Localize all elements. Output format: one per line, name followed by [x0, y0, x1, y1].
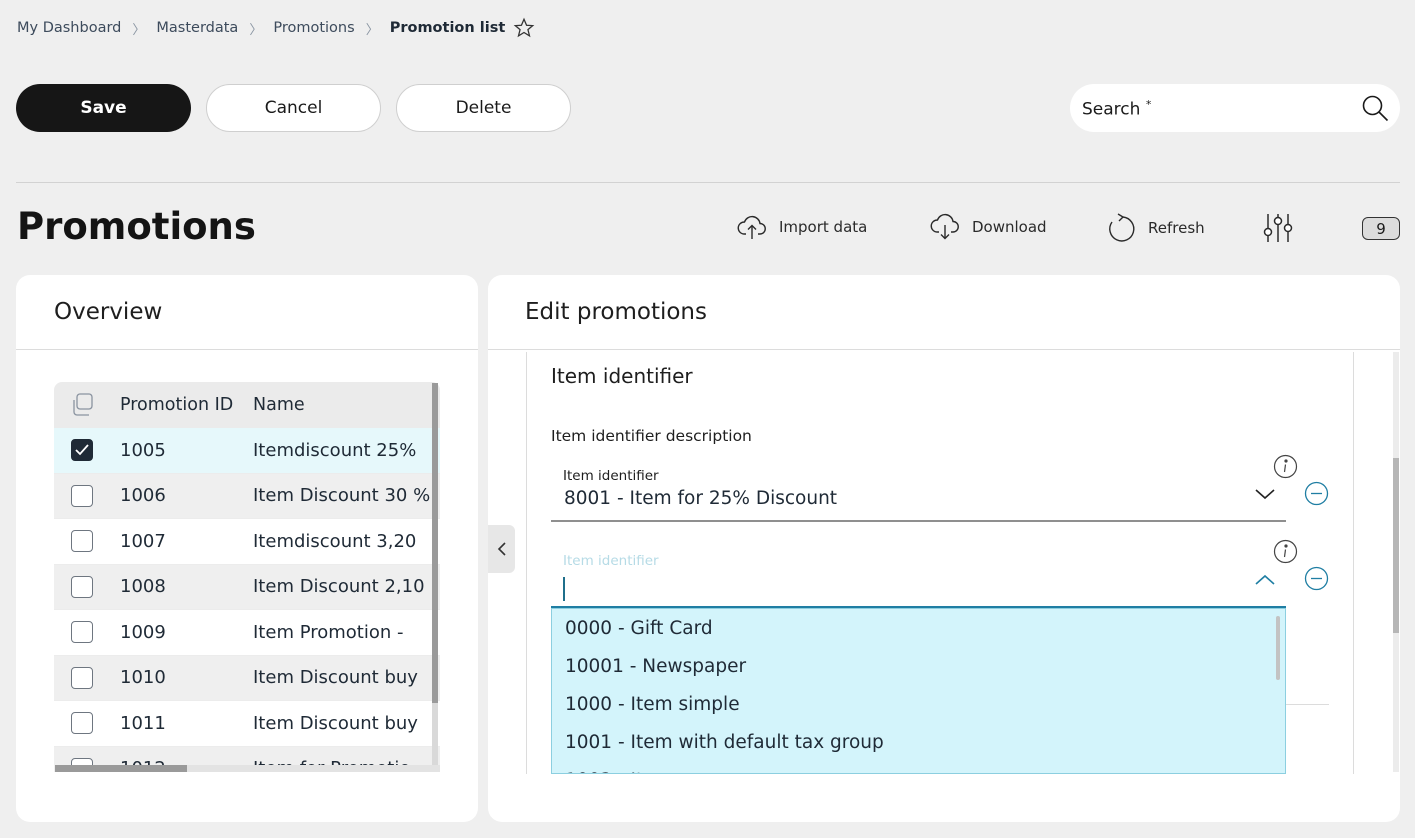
table-row[interactable]: 1008 Item Discount 2,10 — [54, 564, 440, 610]
select-all-icon — [72, 393, 93, 416]
cell-promotion-id: 1006 — [120, 485, 166, 507]
field-underline — [551, 520, 1286, 522]
refresh-button[interactable]: Refresh — [1106, 212, 1205, 244]
section-title: Item identifier — [551, 364, 693, 388]
cell-name: Itemdiscount 25% — [253, 439, 417, 461]
table-horizontal-scroll-thumb[interactable] — [55, 765, 187, 772]
breadcrumb: My Dashboard 〉 Masterdata 〉 Promotions 〉… — [17, 17, 535, 39]
chevron-left-icon — [497, 542, 506, 556]
section-separator — [1286, 704, 1329, 705]
row-checkbox[interactable] — [70, 621, 93, 644]
chevron-down-icon[interactable] — [1254, 487, 1276, 501]
remove-circle-icon[interactable] — [1304, 481, 1329, 506]
search-icon[interactable] — [1360, 93, 1390, 123]
table-row[interactable]: 1007 Itemdiscount 3,20 — [54, 519, 440, 565]
row-checkbox[interactable] — [70, 439, 93, 462]
cloud-upload-icon — [737, 215, 766, 239]
check-icon — [74, 444, 89, 456]
header-divider — [16, 182, 1400, 183]
breadcrumb-current: Promotion list — [389, 20, 506, 36]
dropdown-option[interactable]: 1002 - Item — [552, 761, 1285, 774]
table-row[interactable]: 1005 Itemdiscount 25% — [54, 428, 440, 474]
import-data-label: Import data — [779, 218, 868, 236]
edit-title: Edit promotions — [488, 275, 1400, 350]
table-header: Promotion ID Name — [54, 382, 440, 428]
row-checkbox[interactable] — [70, 666, 93, 689]
cell-promotion-id: 1008 — [120, 576, 166, 598]
table-row[interactable]: 1006 Item Discount 30 % — [54, 473, 440, 519]
promotions-table: Promotion ID Name 1005 Itemdiscount 25% … — [54, 382, 440, 772]
breadcrumb-my-dashboard[interactable]: My Dashboard — [17, 20, 121, 36]
column-header-name[interactable]: Name — [253, 395, 440, 415]
cell-promotion-id: 1005 — [120, 439, 166, 461]
table-vertical-scroll-thumb[interactable] — [432, 383, 438, 703]
table-row[interactable]: 1010 Item Discount buy — [54, 655, 440, 701]
star-icon[interactable] — [513, 17, 535, 39]
cell-promotion-id: 1007 — [120, 530, 166, 552]
page-title: Promotions — [17, 205, 256, 248]
breadcrumb-separator: 〉 — [365, 22, 379, 38]
search-input[interactable]: Search * — [1070, 84, 1400, 132]
table-row[interactable]: 1009 Item Promotion - — [54, 610, 440, 656]
cell-name: Item Discount buy — [253, 712, 418, 734]
download-button[interactable]: Download — [930, 212, 1047, 242]
overview-panel: Overview Promotion ID Name 1005 Itemdisc… — [16, 275, 478, 822]
cancel-button[interactable]: Cancel — [206, 84, 381, 132]
download-label: Download — [972, 218, 1047, 236]
cell-name: Item Discount 2,10 — [253, 576, 425, 598]
search-label: Search * — [1082, 98, 1152, 120]
breadcrumb-separator: 〉 — [132, 22, 146, 38]
row-checkbox[interactable] — [70, 484, 93, 507]
refresh-label: Refresh — [1148, 219, 1205, 237]
table-row[interactable]: 1011 Item Discount buy — [54, 701, 440, 747]
row-checkbox[interactable] — [70, 530, 93, 553]
item-identifier-label-active: Item identifier — [563, 553, 659, 569]
dropdown-option[interactable]: 1001 - Item with default tax group — [552, 723, 1285, 761]
field-caption: Item identifier description — [551, 427, 752, 445]
sliders-settings-icon[interactable] — [1262, 212, 1294, 244]
info-icon[interactable] — [1273, 454, 1298, 479]
cell-name: Item Promotion - — [253, 621, 404, 643]
column-header-promotion-id[interactable]: Promotion ID — [109, 395, 253, 415]
cloud-download-icon — [930, 213, 959, 240]
dropdown-option[interactable]: 1000 - Item simple — [552, 685, 1285, 723]
breadcrumb-promotions[interactable]: Promotions — [273, 20, 354, 36]
cell-name: Item Discount buy — [253, 667, 418, 689]
info-icon[interactable] — [1273, 539, 1298, 564]
import-data-button[interactable]: Import data — [737, 212, 867, 242]
cell-promotion-id: 1010 — [120, 667, 166, 689]
remove-circle-icon[interactable] — [1304, 566, 1329, 591]
row-checkbox[interactable] — [70, 575, 93, 598]
edit-panel-scroll-thumb[interactable] — [1393, 458, 1399, 633]
dropdown-scrollbar[interactable] — [1276, 616, 1280, 680]
overview-title: Overview — [16, 275, 478, 350]
cell-name: Item Discount 30 % — [253, 485, 431, 507]
count-badge: 9 — [1362, 217, 1400, 240]
item-identifier-select[interactable]: 8001 - Item for 25% Discount — [564, 488, 837, 509]
dropdown-option[interactable]: 0000 - Gift Card — [552, 609, 1285, 647]
cell-promotion-id: 1009 — [120, 621, 166, 643]
breadcrumb-masterdata[interactable]: Masterdata — [156, 20, 238, 36]
collapse-panel-button[interactable] — [488, 525, 515, 573]
cell-promotion-id: 1011 — [120, 712, 166, 734]
breadcrumb-separator: 〉 — [249, 22, 263, 38]
refresh-icon — [1109, 213, 1135, 242]
row-checkbox[interactable] — [70, 712, 93, 735]
save-button[interactable]: Save — [16, 84, 191, 132]
item-identifier-label: Item identifier — [563, 468, 659, 484]
item-identifier-dropdown[interactable]: 0000 - Gift Card 10001 - Newspaper 1000 … — [551, 608, 1286, 774]
text-caret — [563, 577, 565, 601]
dropdown-option[interactable]: 10001 - Newspaper — [552, 647, 1285, 685]
delete-button[interactable]: Delete — [396, 84, 571, 132]
select-all-checkbox[interactable] — [54, 392, 109, 418]
cell-name: Itemdiscount 3,20 — [253, 530, 417, 552]
chevron-up-icon[interactable] — [1254, 573, 1276, 587]
